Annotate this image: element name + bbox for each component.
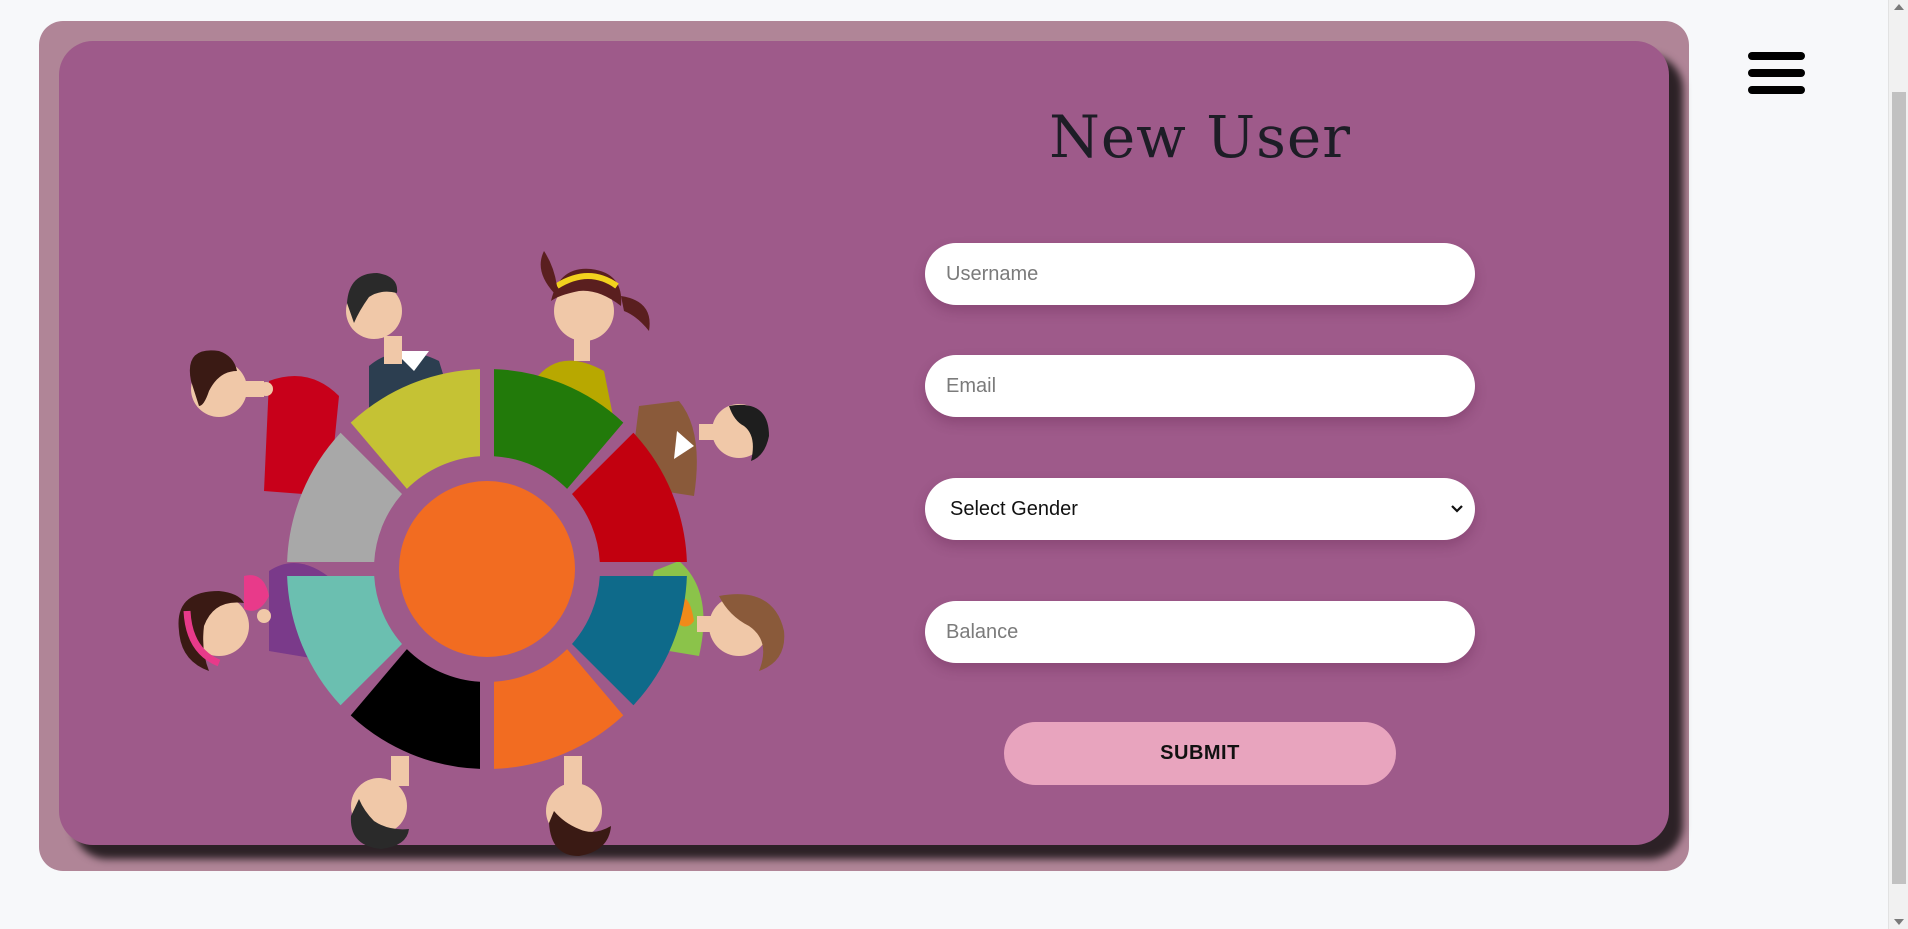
round-table-chart (287, 369, 687, 769)
balance-input[interactable] (925, 601, 1475, 663)
gender-select-value: Select Gender (950, 497, 1078, 520)
menu-bar (1748, 86, 1805, 94)
email-input[interactable] (925, 355, 1475, 417)
team-round-table-illustration (178, 251, 785, 856)
hamburger-menu-icon[interactable] (1748, 52, 1805, 94)
scroll-up-arrow-icon[interactable] (1894, 4, 1904, 10)
form-title: New User (1049, 103, 1351, 171)
scroll-down-arrow-icon[interactable] (1894, 919, 1904, 925)
chevron-down-icon (1451, 501, 1463, 517)
scroll-thumb[interactable] (1892, 92, 1906, 884)
submit-button[interactable]: SUBMIT (1004, 722, 1396, 785)
menu-bar (1748, 69, 1805, 77)
menu-bar (1748, 52, 1805, 60)
gender-select[interactable]: Select Gender (925, 478, 1475, 540)
vertical-scrollbar[interactable] (1888, 0, 1908, 929)
page: New User Select Gender SUBMIT (0, 0, 1908, 929)
username-input[interactable] (925, 243, 1475, 305)
